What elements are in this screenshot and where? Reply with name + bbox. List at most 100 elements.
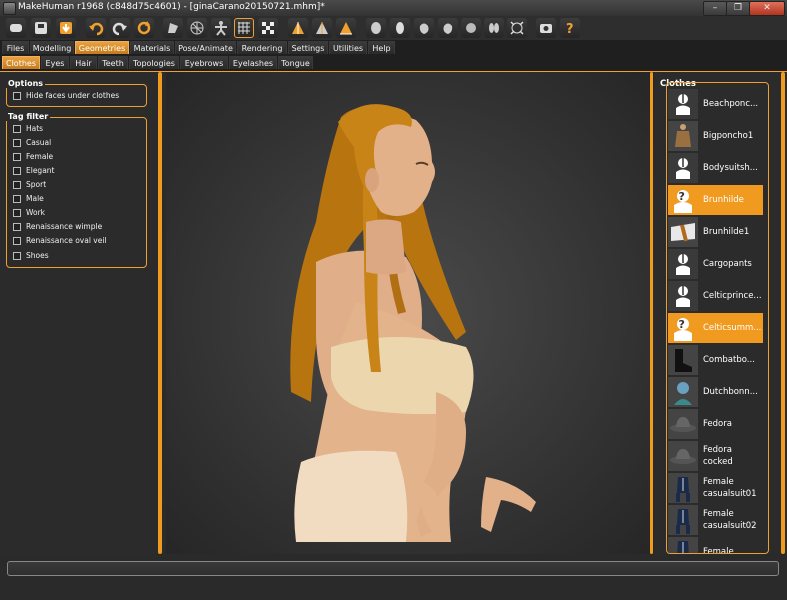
checkbox-square[interactable] [13, 91, 21, 100]
clothes-item[interactable]: Dutchbonn... [668, 377, 763, 407]
clothes-item[interactable]: Bigponcho1 [668, 121, 763, 151]
clothes-item[interactable]: Female casualsuit02 [668, 505, 763, 535]
clothes-item-label: Beachponc... [703, 99, 759, 109]
tab-pose-animate[interactable]: Pose/Animate [175, 41, 236, 54]
right-view-icon[interactable] [438, 18, 458, 38]
tab-teeth[interactable]: Teeth [98, 56, 128, 69]
left-scrollbar[interactable] [158, 72, 162, 554]
tab-modelling[interactable]: Modelling [30, 41, 74, 54]
3d-viewport[interactable] [166, 72, 654, 554]
tag-label: Hats [26, 124, 44, 133]
clothes-thumbnail-icon [668, 249, 698, 279]
tab-settings[interactable]: Settings [288, 41, 328, 54]
reset-camera-icon[interactable] [507, 18, 527, 38]
clothes-item[interactable]: Female casualsuit01 [668, 473, 763, 503]
clothes-thumbnail-icon: ? [668, 313, 698, 343]
hide-faces-checkbox[interactable]: Hide faces under clothes [13, 91, 119, 100]
tag-checkbox-work[interactable]: Work [13, 208, 45, 217]
left-view-icon[interactable] [414, 18, 434, 38]
clothes-item-label: Female [703, 547, 734, 554]
side-view-icon[interactable] [336, 18, 356, 38]
viewport-right-border [650, 72, 653, 554]
clothes-item[interactable]: Fedora [668, 409, 763, 439]
ortho-icon[interactable] [461, 18, 481, 38]
maximize-button[interactable]: ❐ [726, 1, 750, 16]
tag-label: Casual [26, 138, 52, 147]
clothes-item[interactable]: ? Brunhilde [668, 185, 763, 215]
right-scrollbar[interactable] [781, 72, 785, 554]
close-button[interactable]: ✕ [749, 1, 785, 16]
toggle-subdivision-icon[interactable] [6, 18, 26, 38]
tag-filter-title: Tag filter [6, 112, 51, 121]
clothes-item-label: Female casualsuit01 [703, 477, 757, 499]
top-view-icon[interactable] [366, 18, 386, 38]
export-icon[interactable] [56, 18, 76, 38]
symmetry-icon[interactable] [484, 18, 504, 38]
clothes-item[interactable]: Combatbo... [668, 345, 763, 375]
clothes-item[interactable]: Brunhilde1 [668, 217, 763, 247]
tab-clothes[interactable]: Clothes [2, 56, 40, 69]
clothes-thumbnail-icon [668, 409, 698, 439]
tab-eyebrows[interactable]: Eyebrows [180, 56, 228, 69]
tab-help[interactable]: Help [368, 41, 395, 54]
reset-icon[interactable] [134, 18, 154, 38]
tab-eyelashes[interactable]: Eyelashes [229, 56, 277, 69]
clothes-thumbnail-icon [668, 537, 698, 553]
main-tab-bar: Files Modelling Geometries Materials Pos… [0, 40, 787, 55]
undo-icon[interactable] [86, 18, 106, 38]
clothes-thumbnail-icon [668, 441, 698, 471]
redo-icon[interactable] [110, 18, 130, 38]
clothes-thumbnail-icon [668, 121, 698, 151]
tag-checkbox-shoes[interactable]: Shoes [13, 251, 49, 260]
clothes-thumbnail-icon [668, 377, 698, 407]
clothes-item[interactable]: Female [668, 537, 763, 554]
clothes-item-label: Bodysuitsh... [703, 163, 758, 173]
tag-checkbox-elegant[interactable]: Elegant [13, 166, 55, 175]
clothes-item-label: Bigponcho1 [703, 131, 754, 141]
clothes-item[interactable]: Beachponc... [668, 89, 763, 119]
tag-checkbox-renaissance-wimple[interactable]: Renaissance wimple [13, 222, 102, 231]
minimize-button[interactable]: – [703, 1, 727, 16]
tab-files[interactable]: Files [2, 41, 29, 54]
clothes-thumbnail-icon: ? [668, 185, 698, 215]
clothes-item[interactable]: Cargopants [668, 249, 763, 279]
wireframe-icon[interactable] [187, 18, 207, 38]
clothes-item-label: Brunhilde1 [703, 227, 750, 237]
tag-checkbox-sport[interactable]: Sport [13, 180, 46, 189]
tag-checkbox-hats[interactable]: Hats [13, 124, 43, 133]
clothes-thumbnail-icon [668, 281, 698, 311]
clothes-thumbnail-icon [668, 217, 698, 247]
tab-topologies[interactable]: Topologies [129, 56, 179, 69]
bottom-view-icon[interactable] [390, 18, 410, 38]
tab-eyes[interactable]: Eyes [41, 56, 69, 69]
clothes-thumbnail-icon [668, 505, 698, 535]
tag-checkbox-casual[interactable]: Casual [13, 138, 51, 147]
clothes-item[interactable]: Celticprince... [668, 281, 763, 311]
front-view-icon[interactable] [288, 18, 308, 38]
tag-label: Renaissance oval veil [26, 236, 107, 245]
tag-label: Male [26, 194, 44, 203]
save-icon[interactable] [31, 18, 51, 38]
smooth-icon[interactable] [163, 18, 183, 38]
tab-rendering[interactable]: Rendering [237, 41, 287, 54]
tag-checkbox-female[interactable]: Female [13, 152, 53, 161]
tab-materials[interactable]: Materials [130, 41, 174, 54]
clothes-item[interactable]: Bodysuitsh... [668, 153, 763, 183]
pose-icon[interactable] [211, 18, 231, 38]
back-view-icon[interactable] [312, 18, 332, 38]
app-icon [3, 2, 16, 15]
tab-tongue[interactable]: Tongue [278, 56, 313, 69]
tag-checkbox-renaissance-oval-veil[interactable]: Renaissance oval veil [13, 236, 107, 245]
clothes-item[interactable]: Fedora cocked [668, 441, 763, 471]
tab-geometries[interactable]: Geometries [75, 41, 129, 54]
tag-label: Work [26, 208, 45, 217]
tab-hair[interactable]: Hair [70, 56, 97, 69]
screenshot-icon[interactable] [536, 18, 556, 38]
grid-icon[interactable] [234, 18, 254, 38]
background-icon[interactable] [258, 18, 278, 38]
tag-checkbox-male[interactable]: Male [13, 194, 44, 203]
tab-utilities[interactable]: Utilities [329, 41, 367, 54]
help-icon[interactable]: ? [560, 18, 580, 38]
clothes-item-label: Female casualsuit02 [703, 509, 757, 531]
clothes-item[interactable]: ? Celticsumm... [668, 313, 763, 343]
